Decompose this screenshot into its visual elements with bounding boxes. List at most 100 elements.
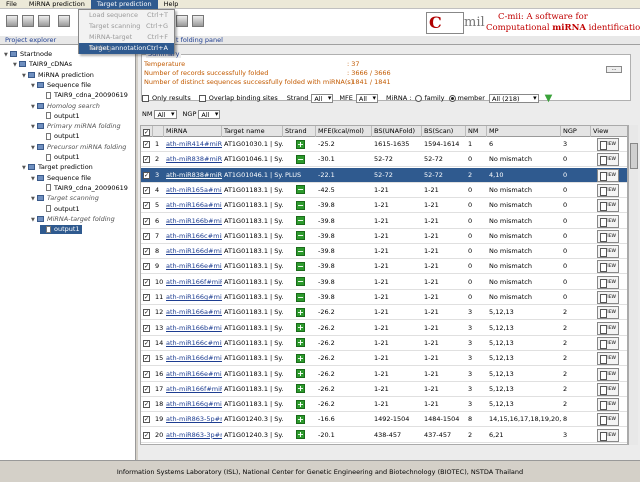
table-row[interactable]: ✓ 13ath-miR166b#miRB...AT1G01183.1 | Sy..…: [141, 320, 627, 336]
tree-item[interactable]: ▼ Homolog search: [31, 102, 100, 111]
document-icon[interactable]: [176, 15, 188, 27]
table-row[interactable]: ✓ 9 ath-miR166e#miRB...AT1G01183.1 | Sy...…: [141, 259, 627, 275]
ngp-select[interactable]: All: [198, 109, 221, 119]
row-checkbox[interactable]: ✓: [143, 416, 150, 424]
view-button[interactable]: VIEW: [597, 153, 619, 167]
view-button[interactable]: VIEW: [597, 199, 619, 213]
tree-item[interactable]: TAIR9_cdna_20090619: [40, 184, 128, 193]
select-all-checkbox[interactable]: ✓: [143, 128, 150, 136]
table-row[interactable]: ✓ 2 ath-miR838#miRBa...AT1G01046.1 | Sy...…: [141, 152, 627, 168]
row-checkbox[interactable]: ✓: [143, 156, 150, 164]
table-row[interactable]: ✓ 3 ath-miR838#miRBa...AT1G01046.1 | Sy...…: [141, 167, 627, 183]
column-header[interactable]: BS(UNAFold): [372, 126, 422, 137]
view-button[interactable]: VIEW: [597, 306, 619, 320]
column-header[interactable]: NGP: [561, 126, 591, 137]
table-row[interactable]: ✓ 7 ath-miR166c#miRB...AT1G01183.1 | Sy...…: [141, 228, 627, 244]
row-checkbox[interactable]: ✓: [143, 263, 150, 271]
mirna-link[interactable]: ath-miR165a#miRB...: [164, 183, 222, 198]
view-button[interactable]: VIEW: [597, 138, 619, 151]
mfe-select[interactable]: All: [355, 93, 378, 103]
mirna-link[interactable]: ath-miR166d#miRB...: [164, 244, 222, 259]
tree-item[interactable]: ▼ TAIR9_cDNAs: [13, 60, 72, 69]
tree-item[interactable]: ▼ Sequence file: [31, 81, 91, 90]
table-scrollbar[interactable]: [628, 125, 638, 445]
mirna-link[interactable]: ath-miR166b#miRB...: [164, 321, 222, 336]
column-header[interactable]: MP: [487, 126, 561, 137]
column-header[interactable]: Target name: [222, 126, 283, 137]
view-button[interactable]: VIEW: [597, 336, 619, 350]
row-checkbox[interactable]: ✓: [143, 217, 150, 225]
table-row[interactable]: ✓ 1 ath-miR414#miRBa...AT1G01030.1 | Sy...…: [141, 137, 627, 152]
mirna-link[interactable]: ath-miR838#miRBa...: [164, 152, 222, 167]
tree-item[interactable]: ▼ Precursor miRNA folding: [31, 143, 126, 152]
mirna-link[interactable]: ath-miR166a#miRB...: [164, 305, 222, 320]
only-results-checkbox[interactable]: [142, 94, 149, 102]
table-row[interactable]: ✓ 16ath-miR166e#miRB...AT1G01183.1 | Sy..…: [141, 366, 627, 382]
tree-item[interactable]: ▼ Primary miRNA folding: [31, 122, 121, 131]
row-checkbox[interactable]: ✓: [143, 309, 150, 317]
column-header[interactable]: MiRNA: [164, 126, 222, 137]
row-checkbox[interactable]: ✓: [143, 278, 150, 286]
tree-item[interactable]: ▼ Target scanning: [31, 194, 99, 203]
tree-item[interactable]: output1: [40, 205, 80, 214]
table-row[interactable]: ✓ 20ath-miR863-3p#miR...AT1G01240.3 | Sy.…: [141, 427, 627, 443]
view-button[interactable]: VIEW: [597, 321, 619, 335]
row-checkbox[interactable]: ✓: [143, 355, 150, 363]
view-button[interactable]: VIEW: [597, 245, 619, 259]
view-button[interactable]: VIEW: [597, 428, 619, 442]
stop-icon[interactable]: [58, 15, 70, 27]
mirna-link[interactable]: ath-miR166d#miRB...: [164, 351, 222, 366]
menu-mirna-prediction[interactable]: MiRNA prediction: [23, 0, 91, 9]
table-row[interactable]: ✓ 5 ath-miR166a#miRB...AT1G01183.1 | Sy...…: [141, 198, 627, 214]
tab-project-explorer[interactable]: Project explorer: [5, 36, 56, 45]
column-header[interactable]: [153, 126, 164, 137]
view-button[interactable]: VIEW: [597, 398, 619, 412]
view-button[interactable]: VIEW: [597, 275, 619, 289]
filter-funnel-icon[interactable]: ▼: [545, 93, 553, 104]
row-checkbox[interactable]: ✓: [143, 232, 150, 240]
column-header[interactable]: View: [591, 126, 627, 137]
mirna-link[interactable]: ath-miR166f#miRB...: [164, 382, 222, 397]
row-checkbox[interactable]: ✓: [143, 324, 150, 332]
mirna-link[interactable]: ath-miR414#miRBa...: [164, 137, 222, 152]
menu-item-target-annotation[interactable]: Target annotation Ctrl+A: [79, 43, 174, 54]
row-checkbox[interactable]: ✓: [143, 248, 150, 256]
mirna-link[interactable]: ath-miR166g#miRB...: [164, 397, 222, 412]
row-checkbox[interactable]: ✓: [143, 370, 150, 378]
row-checkbox[interactable]: ✓: [143, 431, 150, 439]
tree-item[interactable]: output1: [40, 225, 82, 235]
member-select[interactable]: All (218): [488, 93, 539, 103]
table-row[interactable]: ✓ 4 ath-miR165a#miRB...AT1G01183.1 | Sy...…: [141, 182, 627, 198]
view-button[interactable]: VIEW: [597, 367, 619, 381]
tree-item[interactable]: output1: [40, 153, 80, 162]
mirna-link[interactable]: ath-miR838#miRBa...: [164, 168, 222, 183]
scrollbar-thumb[interactable]: [630, 143, 638, 169]
row-checkbox[interactable]: ✓: [143, 186, 150, 194]
menu-item-target-scanning[interactable]: Target scanning Ctrl+G: [79, 21, 174, 32]
table-row[interactable]: ✓ 8 ath-miR166d#miRB...AT1G01183.1 | Sy...…: [141, 244, 627, 260]
member-radio[interactable]: [448, 94, 456, 102]
view-button[interactable]: VIEW: [597, 413, 619, 427]
row-checkbox[interactable]: ✓: [143, 339, 150, 347]
mirna-link[interactable]: ath-miR166c#miRB...: [164, 229, 222, 244]
mirna-link[interactable]: ath-miR863-5p#miR...: [164, 412, 222, 427]
menu-file[interactable]: File: [0, 0, 23, 9]
view-button[interactable]: VIEW: [597, 352, 619, 366]
overlap-sites-checkbox[interactable]: [198, 94, 206, 102]
save-all-icon[interactable]: [38, 15, 50, 27]
nm-select[interactable]: All: [154, 109, 177, 119]
mirna-link[interactable]: ath-miR166e#miRB...: [164, 367, 222, 382]
table-row[interactable]: ✓ 15ath-miR166d#miRB...AT1G01183.1 | Sy..…: [141, 351, 627, 367]
column-header[interactable]: BS(Scan): [422, 126, 466, 137]
tree-item[interactable]: ▼ Target prediction: [22, 163, 93, 172]
row-checkbox[interactable]: ✓: [143, 141, 150, 148]
save-icon[interactable]: [22, 15, 34, 27]
strand-select[interactable]: All: [311, 93, 334, 103]
view-button[interactable]: VIEW: [597, 229, 619, 243]
mirna-link[interactable]: ath-miR166f#miRB...: [164, 275, 222, 290]
row-checkbox[interactable]: ✓: [143, 171, 150, 179]
row-checkbox[interactable]: ✓: [143, 385, 150, 393]
view-button[interactable]: VIEW: [597, 291, 619, 304]
menu-target-prediction[interactable]: Target prediction: [90, 0, 158, 9]
mirna-link[interactable]: ath-miR863-3p#miR...: [164, 428, 222, 443]
